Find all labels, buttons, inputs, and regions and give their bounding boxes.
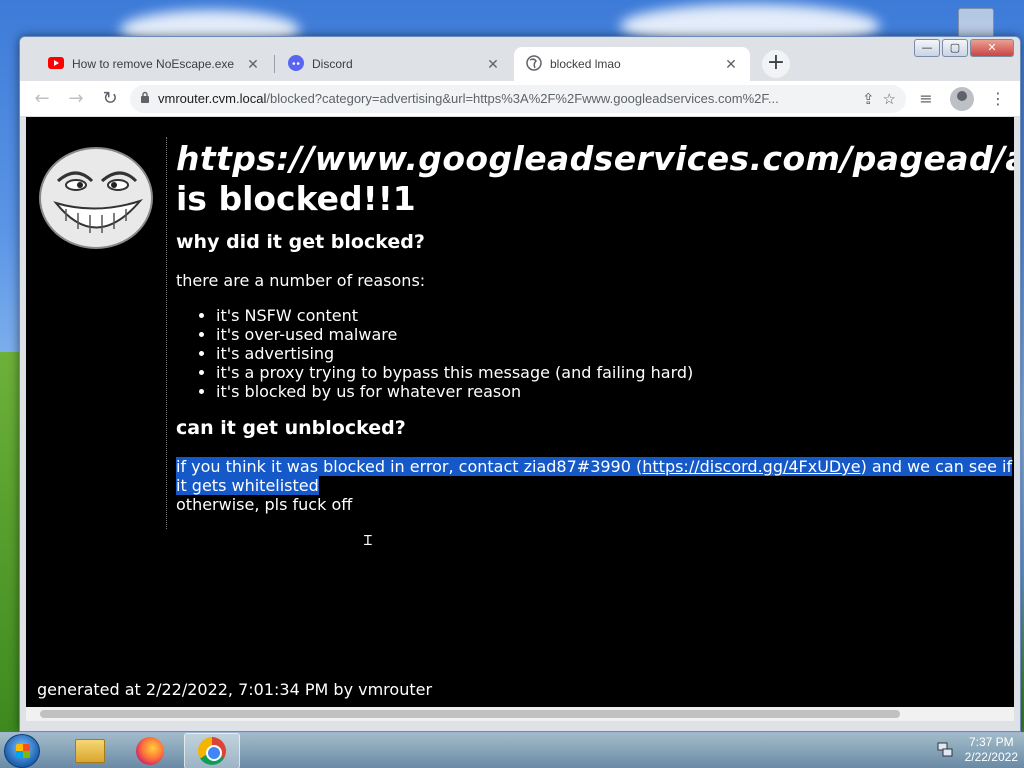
otherwise-text: otherwise, pls fuck off (176, 495, 353, 514)
page-content: https://www.googleadservices.com/pagead/… (26, 117, 1014, 721)
youtube-icon (48, 56, 64, 72)
content-divider (166, 137, 167, 529)
tab-strip: How to remove NoEscape.exe [D ✕ Discord … (20, 37, 1020, 81)
chrome-taskbar-button[interactable] (184, 733, 240, 768)
minimize-button[interactable]: — (914, 39, 940, 57)
trollface-image (39, 147, 153, 249)
blocked-url-heading: https://www.googleadservices.com/pagead/… (176, 139, 1014, 178)
discord-icon (288, 54, 304, 74)
unblock-paragraph: if you think it was blocked in error, co… (176, 457, 1014, 514)
windows-logo-icon (16, 744, 30, 758)
kebab-menu-icon[interactable]: ⋮ (984, 85, 1012, 113)
tab-title: blocked lmao (550, 57, 621, 71)
list-item: it's a proxy trying to bypass this messa… (216, 363, 1014, 382)
globe-icon (526, 54, 542, 74)
unblock-heading: can it get unblocked? (176, 417, 406, 439)
horizontal-scrollbar[interactable] (26, 707, 1014, 721)
chrome-icon (198, 737, 226, 765)
why-heading: why did it get blocked? (176, 231, 425, 253)
taskbar: 7:37 PM 2/22/2022 (0, 732, 1024, 768)
clock-time: 7:37 PM (968, 735, 1014, 749)
blocked-message: https://www.googleadservices.com/pagead/… (176, 139, 1014, 514)
tab-separator (274, 55, 275, 73)
address-bar[interactable]: vmrouter.cvm.local/blocked?category=adve… (130, 84, 906, 113)
close-window-button[interactable]: ✕ (970, 39, 1014, 57)
maximize-button[interactable]: ▢ (942, 39, 968, 57)
address-url[interactable]: vmrouter.cvm.local/blocked?category=adve… (158, 91, 854, 106)
firefox-icon (136, 737, 164, 765)
clock-date: 2/22/2022 (964, 750, 1018, 764)
new-tab-button[interactable]: + (762, 50, 790, 78)
tab-discord[interactable]: Discord ✕ (276, 47, 512, 81)
reasons-list: it's NSFW content it's over-used malware… (216, 306, 1014, 401)
browser-toolbar: ← → ↻ vmrouter.cvm.local/blocked?categor… (20, 81, 1020, 117)
profile-avatar[interactable] (950, 86, 974, 111)
clock[interactable]: 7:37 PM 2/22/2022 (965, 735, 1018, 765)
folder-icon (75, 739, 105, 763)
lock-icon[interactable] (140, 91, 150, 106)
generated-footer: generated at 2/22/2022, 7:01:34 PM by vm… (37, 680, 433, 699)
forward-arrow-icon[interactable]: → (62, 85, 90, 113)
scrollbar-thumb[interactable] (40, 710, 900, 718)
media-queue-icon[interactable]: ≡ (912, 85, 940, 113)
tab-close-icon[interactable]: ✕ (486, 56, 500, 73)
text-cursor-icon: Ɪ (364, 533, 372, 549)
network-icon[interactable] (937, 741, 953, 760)
selected-text: if you think it was blocked in error, co… (176, 457, 1013, 495)
list-item: it's blocked by us for whatever reason (216, 382, 1014, 401)
system-tray: 7:37 PM 2/22/2022 (937, 735, 1018, 765)
window-controls: — ▢ ✕ (914, 39, 1014, 57)
start-button[interactable] (4, 734, 40, 768)
tab-title: Discord (312, 57, 353, 71)
list-item: it's over-used malware (216, 325, 1014, 344)
tab-close-icon[interactable]: ✕ (724, 56, 738, 73)
tab-title: How to remove NoEscape.exe [D (72, 57, 238, 71)
reasons-intro: there are a number of reasons: (176, 271, 426, 290)
discord-link[interactable]: https://discord.gg/4FxUDye (642, 457, 860, 476)
tab-close-icon[interactable]: ✕ (246, 56, 260, 73)
tab-youtube[interactable]: How to remove NoEscape.exe [D ✕ (36, 47, 272, 81)
firefox-taskbar-button[interactable] (122, 733, 178, 768)
tab-blocked[interactable]: blocked lmao ✕ (514, 47, 750, 81)
blocked-suffix-heading: is blocked!!1 (176, 179, 416, 218)
explorer-taskbar-button[interactable] (62, 733, 118, 768)
address-host: vmrouter.cvm.local (158, 91, 267, 106)
share-icon[interactable]: ⇪ (862, 90, 875, 108)
unblock-text-1: if you think it was blocked in error, co… (176, 457, 643, 476)
list-item: it's NSFW content (216, 306, 1014, 325)
back-arrow-icon[interactable]: ← (28, 85, 56, 113)
address-path: /blocked?category=advertising&url=https%… (266, 91, 779, 106)
list-item: it's advertising (216, 344, 1014, 363)
reload-icon[interactable]: ↻ (96, 85, 124, 113)
star-icon[interactable]: ☆ (883, 90, 896, 108)
browser-window: How to remove NoEscape.exe [D ✕ Discord … (19, 36, 1021, 732)
